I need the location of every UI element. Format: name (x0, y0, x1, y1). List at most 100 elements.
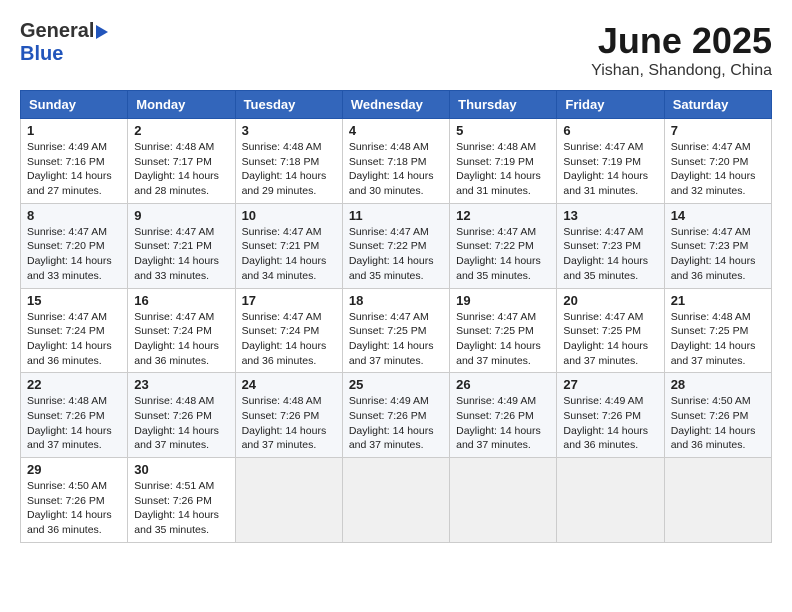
day-number: 18 (349, 293, 443, 308)
calendar-title: June 2025 (591, 20, 772, 62)
day-number: 24 (242, 377, 336, 392)
calendar-day-cell: 24Sunrise: 4:48 AMSunset: 7:26 PMDayligh… (235, 373, 342, 458)
day-number: 15 (27, 293, 121, 308)
calendar-week-row: 1 Sunrise: 4:49 AMSunset: 7:16 PMDaylight… (21, 119, 772, 204)
day-number: 26 (456, 377, 550, 392)
calendar-day-cell: 19 Sunrise: 4:47 AMSunset: 7:25 PMDayligh… (450, 288, 557, 373)
day-number: 14 (671, 208, 765, 223)
calendar-day-cell: 2 Sunrise: 4:48 AMSunset: 7:17 PMDaylight… (128, 119, 235, 204)
calendar-week-row: 29 Sunrise: 4:50 AMSunset: 7:26 PMDayligh… (21, 458, 772, 543)
day-detail: Sunrise: 4:47 AMSunset: 7:21 PMDaylight:… (134, 226, 219, 282)
calendar-day-cell: 20 Sunrise: 4:47 AMSunset: 7:25 PMDayligh… (557, 288, 664, 373)
day-number: 8 (27, 208, 121, 223)
day-number: 22 (27, 377, 121, 392)
day-detail: Sunrise: 4:49 AMSunset: 7:26 PMDaylight:… (349, 395, 434, 451)
day-detail: Sunrise: 4:48 AMSunset: 7:17 PMDaylight:… (134, 141, 219, 197)
calendar-day-cell: 26Sunrise: 4:49 AMSunset: 7:26 PMDayligh… (450, 373, 557, 458)
calendar-day-cell: 22Sunrise: 4:48 AMSunset: 7:26 PMDayligh… (21, 373, 128, 458)
day-detail: Sunrise: 4:48 AMSunset: 7:18 PMDaylight:… (242, 141, 327, 197)
day-detail: Sunrise: 4:50 AMSunset: 7:26 PMDaylight:… (671, 395, 756, 451)
calendar-day-cell: 13 Sunrise: 4:47 AMSunset: 7:23 PMDayligh… (557, 203, 664, 288)
calendar-day-cell (664, 458, 771, 543)
calendar-day-cell: 11 Sunrise: 4:47 AMSunset: 7:22 PMDayligh… (342, 203, 449, 288)
day-number: 1 (27, 123, 121, 138)
day-number: 7 (671, 123, 765, 138)
calendar-day-cell (450, 458, 557, 543)
day-detail: Sunrise: 4:48 AMSunset: 7:25 PMDaylight:… (671, 311, 756, 367)
day-number: 11 (349, 208, 443, 223)
day-number: 23 (134, 377, 228, 392)
logo-arrow-icon (96, 25, 108, 39)
day-number: 29 (27, 462, 121, 477)
day-number: 2 (134, 123, 228, 138)
calendar-day-cell: 8 Sunrise: 4:47 AMSunset: 7:20 PMDaylight… (21, 203, 128, 288)
day-number: 25 (349, 377, 443, 392)
calendar-day-cell: 27 Sunrise: 4:49 AMSunset: 7:26 PMDayligh… (557, 373, 664, 458)
day-number: 21 (671, 293, 765, 308)
day-number: 6 (563, 123, 657, 138)
logo-general: General (20, 20, 94, 43)
day-number: 20 (563, 293, 657, 308)
day-detail: Sunrise: 4:47 AMSunset: 7:22 PMDaylight:… (456, 226, 541, 282)
day-detail: Sunrise: 4:49 AMSunset: 7:16 PMDaylight:… (27, 141, 112, 197)
day-number: 10 (242, 208, 336, 223)
logo-blue: Blue (20, 43, 63, 65)
day-detail: Sunrise: 4:47 AMSunset: 7:24 PMDaylight:… (134, 311, 219, 367)
day-detail: Sunrise: 4:49 AMSunset: 7:26 PMDaylight:… (563, 395, 648, 451)
day-number: 12 (456, 208, 550, 223)
calendar-day-cell: 7 Sunrise: 4:47 AMSunset: 7:20 PMDaylight… (664, 119, 771, 204)
calendar-day-cell: 28 Sunrise: 4:50 AMSunset: 7:26 PMDayligh… (664, 373, 771, 458)
day-detail: Sunrise: 4:47 AMSunset: 7:20 PMDaylight:… (27, 226, 112, 282)
calendar-table: SundayMondayTuesdayWednesdayThursdayFrid… (20, 90, 772, 543)
calendar-day-cell: 15Sunrise: 4:47 AMSunset: 7:24 PMDayligh… (21, 288, 128, 373)
day-number: 16 (134, 293, 228, 308)
day-header-wednesday: Wednesday (342, 91, 449, 119)
calendar-day-cell: 6 Sunrise: 4:47 AMSunset: 7:19 PMDaylight… (557, 119, 664, 204)
day-detail: Sunrise: 4:47 AMSunset: 7:19 PMDaylight:… (563, 141, 648, 197)
calendar-week-row: 15 Sunrise: 4:47 AMSunset: 7:24 PMDayligh… (21, 288, 772, 373)
calendar-day-cell (235, 458, 342, 543)
day-header-saturday: Saturday (664, 91, 771, 119)
calendar-day-cell: 3Sunrise: 4:48 AMSunset: 7:18 PMDaylight… (235, 119, 342, 204)
day-detail: Sunrise: 4:48 AMSunset: 7:26 PMDaylight:… (134, 395, 219, 451)
page-header: General Blue June 2025 Yishan, Shandong,… (20, 20, 772, 80)
day-number: 5 (456, 123, 550, 138)
calendar-day-cell: 14 Sunrise: 4:47 AMSunset: 7:23 PMDayligh… (664, 203, 771, 288)
day-detail: Sunrise: 4:47 AMSunset: 7:25 PMDaylight:… (563, 311, 648, 367)
calendar-day-cell: 9Sunrise: 4:47 AMSunset: 7:21 PMDaylight… (128, 203, 235, 288)
calendar-subtitle: Yishan, Shandong, China (591, 62, 772, 80)
calendar-day-cell: 17Sunrise: 4:47 AMSunset: 7:24 PMDayligh… (235, 288, 342, 373)
calendar-day-cell: 4Sunrise: 4:48 AMSunset: 7:18 PMDaylight… (342, 119, 449, 204)
calendar-day-cell: 29 Sunrise: 4:50 AMSunset: 7:26 PMDayligh… (21, 458, 128, 543)
day-number: 27 (563, 377, 657, 392)
calendar-day-cell: 12 Sunrise: 4:47 AMSunset: 7:22 PMDayligh… (450, 203, 557, 288)
calendar-header-row: SundayMondayTuesdayWednesdayThursdayFrid… (21, 91, 772, 119)
calendar-day-cell (557, 458, 664, 543)
calendar-day-cell: 5Sunrise: 4:48 AMSunset: 7:19 PMDaylight… (450, 119, 557, 204)
day-detail: Sunrise: 4:47 AMSunset: 7:25 PMDaylight:… (349, 311, 434, 367)
day-header-friday: Friday (557, 91, 664, 119)
day-number: 28 (671, 377, 765, 392)
calendar-day-cell: 21 Sunrise: 4:48 AMSunset: 7:25 PMDayligh… (664, 288, 771, 373)
day-detail: Sunrise: 4:47 AMSunset: 7:23 PMDaylight:… (671, 226, 756, 282)
day-number: 13 (563, 208, 657, 223)
day-detail: Sunrise: 4:47 AMSunset: 7:25 PMDaylight:… (456, 311, 541, 367)
day-number: 4 (349, 123, 443, 138)
calendar-day-cell: 16 Sunrise: 4:47 AMSunset: 7:24 PMDayligh… (128, 288, 235, 373)
calendar-day-cell: 10Sunrise: 4:47 AMSunset: 7:21 PMDayligh… (235, 203, 342, 288)
day-header-thursday: Thursday (450, 91, 557, 119)
day-number: 30 (134, 462, 228, 477)
day-header-monday: Monday (128, 91, 235, 119)
calendar-week-row: 8 Sunrise: 4:47 AMSunset: 7:20 PMDaylight… (21, 203, 772, 288)
calendar-day-cell (342, 458, 449, 543)
calendar-day-cell: 1 Sunrise: 4:49 AMSunset: 7:16 PMDaylight… (21, 119, 128, 204)
title-block: June 2025 Yishan, Shandong, China (591, 20, 772, 80)
day-detail: Sunrise: 4:50 AMSunset: 7:26 PMDaylight:… (27, 480, 112, 536)
logo: General Blue (20, 20, 108, 66)
day-detail: Sunrise: 4:47 AMSunset: 7:20 PMDaylight:… (671, 141, 756, 197)
day-number: 19 (456, 293, 550, 308)
day-detail: Sunrise: 4:47 AMSunset: 7:23 PMDaylight:… (563, 226, 648, 282)
calendar-day-cell: 30Sunrise: 4:51 AMSunset: 7:26 PMDayligh… (128, 458, 235, 543)
calendar-day-cell: 23 Sunrise: 4:48 AMSunset: 7:26 PMDayligh… (128, 373, 235, 458)
day-detail: Sunrise: 4:47 AMSunset: 7:22 PMDaylight:… (349, 226, 434, 282)
